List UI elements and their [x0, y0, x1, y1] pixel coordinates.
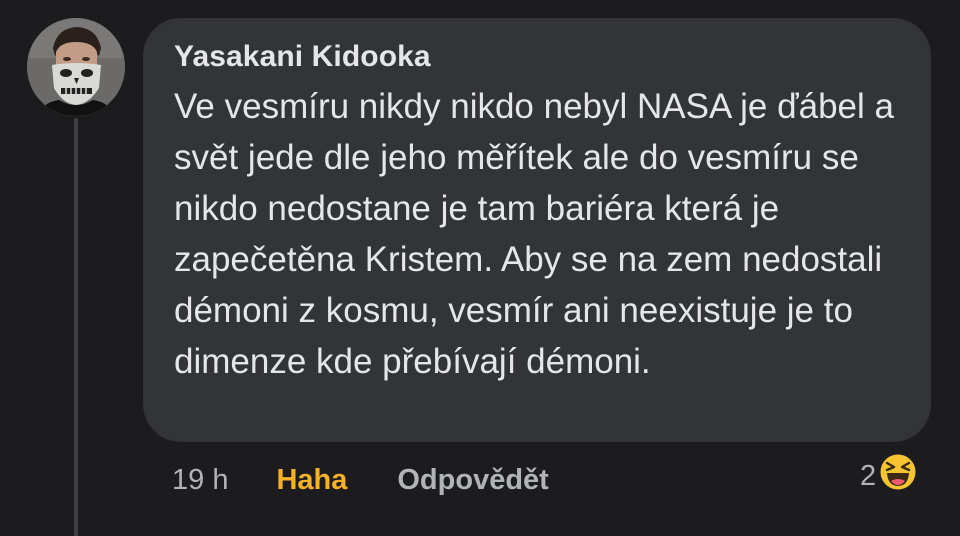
thread-line	[74, 118, 78, 536]
comment-author[interactable]: Yasakani Kidooka	[174, 38, 901, 76]
reaction-count: 2	[860, 459, 877, 492]
comment-timestamp[interactable]: 19 h	[172, 464, 228, 497]
reaction-button[interactable]: Haha	[276, 464, 347, 497]
comment-actions: 19 h Haha Odpovědět	[172, 458, 549, 502]
reaction-summary[interactable]: 2	[860, 452, 918, 500]
profile-photo-skull-mask-icon	[27, 18, 125, 116]
reply-button[interactable]: Odpovědět	[397, 464, 548, 497]
comment-bubble: Yasakani Kidooka Ve vesmíru nikdy nikdo …	[143, 18, 931, 442]
comment-text: Ve vesmíru nikdy nikdo nebyl NASA je ďáb…	[174, 87, 894, 381]
avatar[interactable]	[27, 18, 125, 116]
haha-emoji-icon	[878, 452, 918, 500]
